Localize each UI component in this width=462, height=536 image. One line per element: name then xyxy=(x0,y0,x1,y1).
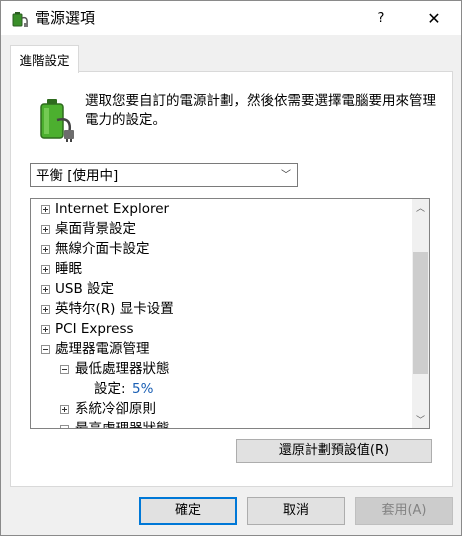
tree-item-label: PCI Express xyxy=(55,321,134,337)
expand-plus-icon[interactable] xyxy=(41,225,50,234)
expand-plus-icon[interactable] xyxy=(41,325,50,334)
tree-item[interactable]: PCI Express xyxy=(31,319,411,339)
expand-plus-icon[interactable] xyxy=(60,405,69,414)
scroll-up-icon[interactable]: ︿ xyxy=(412,199,429,216)
advanced-settings-tree[interactable]: 最高處理器狀態 系統冷卻原則 設定: 5% 最低處理器狀態 處理器電源管理 PCI Expr… xyxy=(30,198,430,429)
cancel-button[interactable]: 取消 xyxy=(247,497,345,525)
tree-item[interactable]: 無線介面卡設定 xyxy=(31,239,411,259)
tree-item-label: 桌面背景設定 xyxy=(55,221,136,237)
title-bar: 電源選項 ? ✕ xyxy=(1,1,461,35)
tree-item-label: 英特尔(R) 显卡设置 xyxy=(55,301,174,317)
expand-plus-icon[interactable] xyxy=(41,305,50,314)
power-options-icon xyxy=(12,12,28,27)
collapse-minus-icon[interactable] xyxy=(60,425,69,428)
tree-item[interactable]: USB 設定 xyxy=(31,279,411,299)
close-button[interactable]: ✕ xyxy=(414,1,454,35)
window-title: 電源選項 xyxy=(35,9,96,27)
tree-item-label: Internet Explorer xyxy=(55,201,170,217)
tree-item[interactable]: 處理器電源管理 xyxy=(31,339,411,359)
tree-item[interactable]: 系統冷卻原則 xyxy=(31,399,411,419)
tab-advanced-settings[interactable]: 進階設定 xyxy=(10,45,79,73)
tree-item[interactable]: 睡眠 xyxy=(31,259,411,279)
scroll-down-icon[interactable]: ﹀ xyxy=(412,411,429,428)
scroll-thumb[interactable] xyxy=(413,252,428,374)
tree-item[interactable]: 桌面背景設定 xyxy=(31,219,411,239)
tree-item[interactable]: 英特尔(R) 显卡设置 xyxy=(31,299,411,319)
tree-item[interactable]: 設定: 5% xyxy=(31,379,411,399)
collapse-minus-icon[interactable] xyxy=(60,365,69,374)
power-options-dialog: 電源選項 ? ✕ 進階設定 選取您要自訂的電源計劃，然後依需要選擇電腦要用來管理… xyxy=(0,0,462,536)
help-button[interactable]: ? xyxy=(361,1,401,35)
tree-item-label: 最高處理器狀態 xyxy=(75,421,170,429)
expand-plus-icon[interactable] xyxy=(41,205,50,214)
expand-plus-icon[interactable] xyxy=(41,285,50,294)
restore-plan-defaults-button[interactable]: 還原計劃預設值(R) xyxy=(236,439,432,463)
apply-button: 套用(A) xyxy=(355,497,453,525)
settings-panel: 選取您要自訂的電源計劃，然後依需要選擇電腦要用來管理電力的設定。 平衡 [使用中… xyxy=(10,71,453,487)
expand-plus-icon[interactable] xyxy=(41,245,50,254)
collapse-minus-icon[interactable] xyxy=(41,345,50,354)
tree-item[interactable]: Internet Explorer xyxy=(31,199,411,219)
setting-value-link[interactable]: 5% xyxy=(132,379,153,399)
tree-item[interactable]: 最高處理器狀態 xyxy=(31,419,411,429)
tree-item-label: 睡眠 xyxy=(55,261,82,277)
instruction-text: 選取您要自訂的電源計劃，然後依需要選擇電腦要用來管理電力的設定。 xyxy=(85,93,436,128)
power-plan-select[interactable]: 平衡 [使用中] ﹀ xyxy=(30,163,298,187)
vertical-scrollbar[interactable]: ︿ ﹀ xyxy=(412,199,429,428)
battery-power-icon xyxy=(40,99,74,142)
tree-item-label: 系統冷卻原則 xyxy=(75,401,156,417)
tree-item[interactable]: 最低處理器狀態 xyxy=(31,359,411,379)
tree-item-label: 設定: xyxy=(94,381,126,397)
power-plan-selected-value: 平衡 [使用中] xyxy=(36,168,119,184)
ok-button[interactable]: 確定 xyxy=(139,497,237,525)
tree-item-label: 處理器電源管理 xyxy=(55,341,150,357)
tree-item-label: USB 設定 xyxy=(55,281,115,297)
expand-plus-icon[interactable] xyxy=(41,265,50,274)
chevron-down-icon: ﹀ xyxy=(281,170,291,181)
tree-item-label: 無線介面卡設定 xyxy=(55,241,150,257)
tree-item-label: 最低處理器狀態 xyxy=(75,361,170,377)
